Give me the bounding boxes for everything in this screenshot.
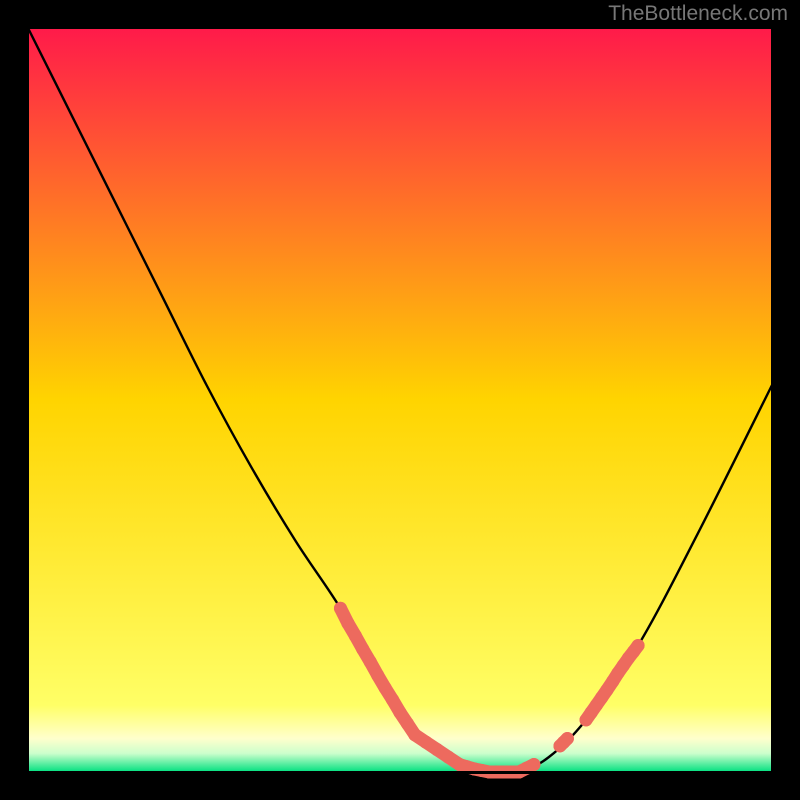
attribution-label: TheBottleneck.com [608,2,788,26]
chart-container: TheBottleneck.com [0,0,800,800]
plot-background [28,28,772,772]
bottleneck-chart [0,0,800,800]
